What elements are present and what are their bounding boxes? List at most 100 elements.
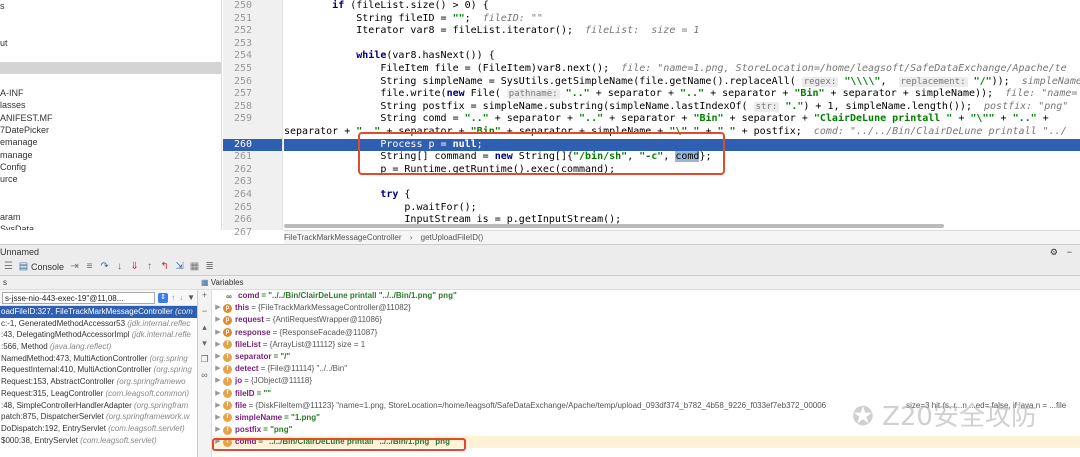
tree-item[interactable]: s <box>0 0 221 12</box>
trace-icon[interactable]: ≣ <box>203 261 216 272</box>
stack-frame[interactable]: :566, Method (java.lang.reflect) <box>0 341 197 353</box>
add-watch-icon[interactable]: + <box>198 290 211 306</box>
tree-item[interactable] <box>0 198 221 210</box>
variable-row[interactable]: ▶ f fileID = "" <box>213 388 1080 400</box>
expand-arrow-icon[interactable]: ▶ <box>213 424 223 436</box>
code-line[interactable]: Iterator var8 = fileList.iterator(); fil… <box>284 25 1080 38</box>
variable-row[interactable]: ▶ f file = {DiskFileItem@11123} "name=1.png… <box>213 400 1080 412</box>
code-line[interactable]: String comd = ".." + separator + ".." + … <box>284 113 1080 126</box>
stack-frame[interactable]: :48, SimpleControllerHandlerAdapter (org… <box>0 400 197 412</box>
variable-row[interactable]: ▶ f comd = "../../Bin/ClairDeLune printall … <box>213 436 1080 449</box>
settings-icon[interactable]: ⚙ <box>1050 245 1058 259</box>
scrollbar-thumb[interactable] <box>284 224 944 228</box>
code-line[interactable]: String fileID = ""; fileID: "" <box>284 13 1080 26</box>
expand-arrow-icon[interactable]: ▶ <box>213 400 223 412</box>
variable-row[interactable]: ▶ f detect = {File@11114} "../../Bin" <box>213 363 1080 375</box>
expand-arrow-icon[interactable]: ▶ <box>213 339 223 351</box>
line-number[interactable]: 254 <box>223 50 282 63</box>
code-line[interactable]: while(var8.hasNext()) { <box>284 50 1080 63</box>
line-number[interactable]: 265 <box>223 202 282 215</box>
tab-console[interactable]: Console <box>31 262 64 272</box>
variable-row[interactable]: ▶ f postfix = "png" <box>213 424 1080 436</box>
expand-arrow-icon[interactable]: ▶ <box>213 388 223 400</box>
stack-frame[interactable]: c:-1, GeneratedMethodAccessor53 (jdk.int… <box>0 318 197 330</box>
stack-frame[interactable]: $000:38, EntryServlet (com.leagsoft.serv… <box>0 435 197 447</box>
code-line[interactable]: p.waitFor(); <box>284 202 1080 215</box>
expand-arrow-icon[interactable]: ▶ <box>213 412 223 424</box>
tree-item[interactable]: manage <box>0 149 221 161</box>
remove-watch-icon[interactable]: − <box>198 306 211 322</box>
code-line[interactable]: separator + ".." + separator + "Bin" + s… <box>284 126 1080 139</box>
variable-row[interactable]: ▶ f simpleName = "1.png" <box>213 412 1080 424</box>
expand-arrow-icon[interactable]: ▶ <box>213 436 223 448</box>
down-arrow-icon[interactable]: ↓ <box>179 293 183 302</box>
stack-frame[interactable]: patch:875, DispatcherServlet (org.spring… <box>0 411 197 423</box>
code-line[interactable]: Process p = null; <box>284 138 1080 152</box>
code-line[interactable]: String simpleName = SysUtils.getSimpleNa… <box>284 76 1080 89</box>
tree-item[interactable] <box>0 12 221 24</box>
line-number[interactable] <box>223 126 282 139</box>
expand-arrow-icon[interactable]: ▶ <box>213 327 223 339</box>
expand-arrow-icon[interactable]: ▶ <box>213 375 223 387</box>
line-number[interactable]: 252 <box>223 25 282 38</box>
filter-icon[interactable]: ▼ <box>187 293 195 302</box>
variable-row[interactable]: ▶ p this = {FileTrackMarkMessageController@… <box>213 302 1080 314</box>
variable-row[interactable]: ∞ comd = "../../Bin/ClairDeLune printall "… <box>213 290 1080 302</box>
line-number[interactable]: 264 <box>223 189 282 202</box>
code-editor[interactable]: if (fileList.size() > 0) { String fileID… <box>284 0 1080 230</box>
stack-frame[interactable]: :43, DelegatingMethodAccessorImpl (jdk.i… <box>0 329 197 341</box>
move-up-icon[interactable]: ▴ <box>198 322 211 338</box>
tree-item[interactable]: urce <box>0 173 221 185</box>
tree-item[interactable]: 7DatePicker <box>0 124 221 136</box>
tree-item[interactable]: ANIFEST.MF <box>0 112 221 124</box>
tree-item[interactable] <box>0 50 221 62</box>
variable-row[interactable]: ▶ p response = {ResponseFacade@11087} <box>213 327 1080 339</box>
copy-icon[interactable]: ❐ <box>198 354 211 370</box>
line-number[interactable]: 253 <box>223 38 282 51</box>
line-number[interactable]: 263 <box>223 176 282 189</box>
run-to-cursor-icon[interactable]: ⇲ <box>173 261 186 272</box>
tree-item[interactable]: emanage <box>0 136 221 148</box>
pin-icon[interactable]: ⇥ <box>68 261 81 272</box>
minimize-icon[interactable]: − <box>1067 245 1072 259</box>
code-line[interactable] <box>284 176 1080 189</box>
line-number[interactable]: 261 <box>223 151 282 164</box>
code-line[interactable]: String[] command = new String[]{"/bin/sh… <box>284 151 1080 164</box>
stack-frame[interactable]: RequestInternal:410, MultiActionControll… <box>0 364 197 376</box>
glasses-icon[interactable]: ∞ <box>198 370 211 386</box>
line-number[interactable]: 250 <box>223 0 282 13</box>
move-down-icon[interactable]: ▾ <box>198 338 211 354</box>
line-number[interactable]: 251 <box>223 13 282 26</box>
line-number[interactable]: 266 <box>223 214 282 227</box>
line-number[interactable]: 262 <box>223 164 282 177</box>
expand-arrow-icon[interactable]: ▶ <box>213 363 223 375</box>
line-number[interactable]: 267 <box>223 227 282 240</box>
code-line[interactable]: try { <box>284 189 1080 202</box>
variable-row[interactable]: ▶ p request = {AntiRequestWrapper@11086} <box>213 314 1080 326</box>
show-execution-point-icon[interactable]: ≡ <box>83 261 96 272</box>
variable-row[interactable]: ▶ f jo = {JObject@11118} <box>213 375 1080 387</box>
force-step-into-icon[interactable]: ⇓ <box>128 261 141 272</box>
evaluate-icon[interactable]: ▦ <box>188 261 201 272</box>
tree-item[interactable]: A-INF <box>0 87 221 99</box>
tree-item[interactable] <box>0 25 221 37</box>
code-line[interactable] <box>284 38 1080 51</box>
stack-frame[interactable]: Request:315, LeagController (com.leagsof… <box>0 388 197 400</box>
tree-item[interactable] <box>0 186 221 198</box>
tree-item[interactable]: lasses <box>0 99 221 111</box>
line-number[interactable]: 258 <box>223 101 282 114</box>
step-over-icon[interactable]: ↷ <box>98 261 111 272</box>
tree-item[interactable]: aram <box>0 211 221 223</box>
line-number[interactable]: 256 <box>223 76 282 89</box>
code-line[interactable]: FileItem file = (FileItem)var8.next(); f… <box>284 63 1080 76</box>
expand-arrow-icon[interactable]: ▶ <box>213 351 223 363</box>
code-line[interactable]: String postfix = simpleName.substring(si… <box>284 101 1080 114</box>
breadcrumb-class[interactable]: FileTrackMarkMessageController <box>284 233 402 242</box>
stack-frame[interactable]: DoDispatch:192, EntryServlet (com.leagso… <box>0 423 197 435</box>
tree-item[interactable]: Config <box>0 161 221 173</box>
stack-frame[interactable]: Request:153, AbstractController (org.spr… <box>0 376 197 388</box>
code-line[interactable]: if (fileList.size() > 0) { <box>284 0 1080 13</box>
stack-frame[interactable]: oadFileID:327, FileTrackMarkMessageContr… <box>0 306 197 318</box>
step-out-icon[interactable]: ↑ <box>143 261 156 272</box>
console-tab-icon[interactable]: ▤ <box>17 261 30 272</box>
